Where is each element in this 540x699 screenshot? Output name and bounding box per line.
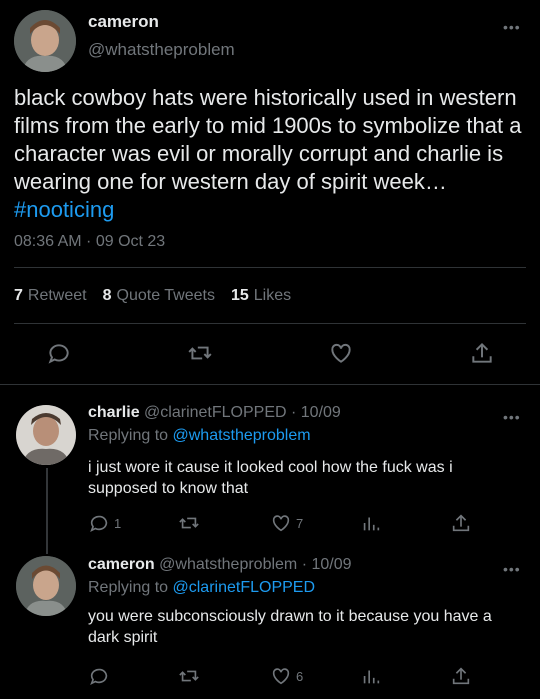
reply-display-name[interactable]: charlie [88, 404, 140, 421]
replying-to: Replying to @clarinetFLOPPED [88, 579, 316, 596]
divider [14, 323, 526, 324]
reply-icon[interactable] [88, 512, 110, 534]
tweet-text: black cowboy hats were historically used… [14, 84, 526, 224]
author-handle[interactable]: @whatstheproblem [88, 40, 235, 60]
tweet-body: black cowboy hats were historically used… [14, 85, 522, 194]
reply-text: i just wore it cause it looked cool how … [88, 459, 453, 497]
reply-header[interactable]: charlie @clarinetFLOPPED · 10/09 [88, 404, 341, 422]
tweet-timestamp[interactable]: 08:36 AM · 09 Oct 23 [14, 233, 165, 251]
analytics-icon[interactable] [360, 665, 382, 687]
main-tweet: cameron @whatstheproblem ••• black cowbo… [0, 0, 540, 385]
more-icon[interactable]: ••• [503, 20, 521, 34]
avatar-photo [14, 10, 76, 72]
reply-icon[interactable] [88, 665, 110, 687]
avatar[interactable] [16, 405, 76, 465]
analytics-icon[interactable] [360, 512, 382, 534]
like-icon[interactable] [328, 340, 354, 366]
divider [14, 267, 526, 268]
like-icon[interactable] [270, 512, 292, 534]
more-icon[interactable]: ••• [503, 410, 521, 424]
author-display-name[interactable]: cameron [88, 12, 159, 32]
retweet-icon[interactable] [187, 340, 213, 366]
retweet-icon[interactable] [178, 665, 200, 687]
like-stat[interactable]: 15 Likes [231, 287, 291, 305]
replying-to: Replying to @whatstheproblem [88, 427, 311, 444]
share-icon[interactable] [450, 665, 472, 687]
share-icon[interactable] [469, 340, 495, 366]
reply-meta[interactable]: @clarinetFLOPPED · 10/09 [144, 404, 341, 421]
avatar-photo [16, 405, 76, 465]
hashtag-link[interactable]: #nooticing [14, 197, 114, 222]
reply-icon[interactable] [46, 340, 72, 366]
reply-meta[interactable]: @whatstheproblem · 10/09 [159, 556, 351, 573]
reply-display-name[interactable]: cameron [88, 556, 155, 573]
like-icon[interactable] [270, 665, 292, 687]
tweet-actions [0, 338, 540, 370]
replying-to-link[interactable]: @clarinetFLOPPED [173, 579, 316, 596]
like-count: 7 [296, 516, 304, 531]
share-icon[interactable] [450, 512, 472, 534]
avatar[interactable] [14, 10, 76, 72]
reply-count: 1 [114, 516, 122, 531]
retweet-icon[interactable] [178, 512, 200, 534]
like-count: 6 [296, 669, 304, 684]
more-icon[interactable]: ••• [503, 562, 521, 576]
reply-text: you were subconsciously drawn to it beca… [88, 608, 492, 646]
avatar-photo [16, 556, 76, 616]
replying-to-link[interactable]: @whatstheproblem [173, 427, 311, 444]
retweet-stat[interactable]: 7 Retweet [14, 287, 87, 305]
avatar[interactable] [16, 556, 76, 616]
thread-line [46, 468, 48, 554]
reply-header[interactable]: cameron @whatstheproblem · 10/09 [88, 556, 352, 574]
quote-stat[interactable]: 8 Quote Tweets [103, 287, 215, 305]
engagement-stats: 7 Retweet 8 Quote Tweets 15 Likes [14, 287, 291, 305]
